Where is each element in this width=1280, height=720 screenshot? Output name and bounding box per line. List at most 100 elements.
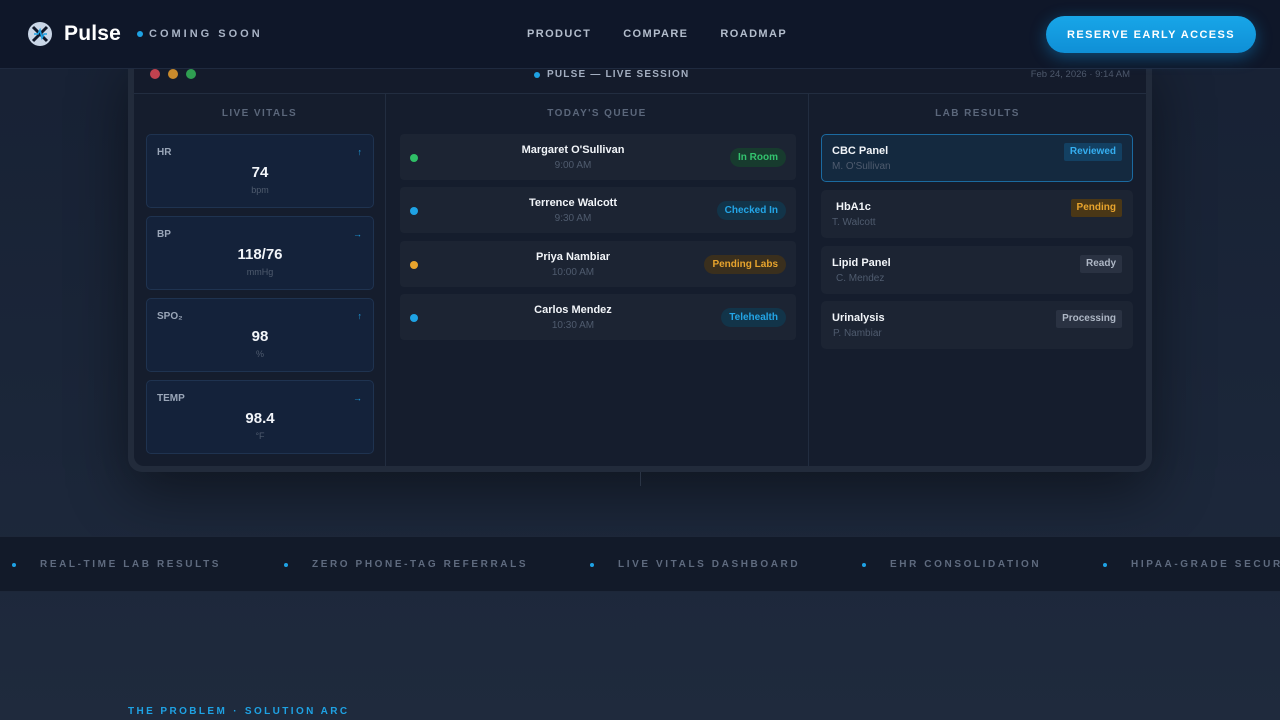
vital-value: 98 — [251, 328, 269, 345]
session-timestamp: Feb 24, 2026 · 9:14 AM — [1030, 69, 1130, 80]
ticker-label: LIVE VITALS DASHBOARD — [618, 559, 801, 570]
status-badge: Pending — [1070, 199, 1122, 217]
lab-test-name: Urinalysis — [832, 312, 885, 324]
section-eyebrow: THE PROBLEM · SOLUTION ARC — [128, 706, 349, 717]
status-badge: Processing — [1056, 310, 1122, 328]
top-nav: Pulse COMING SOON PRODUCT COMPARE ROADMA… — [0, 0, 1280, 69]
live-vitals-panel: LIVE VITALS HR ↑ 74 bpm BP → 118/76 mmHg… — [134, 94, 386, 466]
lab-result-item[interactable]: Lipid Panel C. Mendez Ready — [821, 246, 1133, 294]
feature-ticker: REAL-TIME LAB RESULTS ZERO PHONE-TAG REF… — [0, 536, 1280, 592]
nav-link-roadmap[interactable]: ROADMAP — [720, 28, 787, 40]
window-controls — [150, 69, 196, 79]
appointment-time: 10:00 AM — [551, 267, 595, 278]
ticker-label: EHR CONSOLIDATION — [890, 559, 1042, 570]
nav-link-compare[interactable]: COMPARE — [623, 28, 688, 40]
bullet-dot-icon — [12, 562, 16, 567]
lab-result-item[interactable]: CBC Panel M. O'Sullivan Reviewed — [821, 134, 1133, 182]
reserve-early-access-button[interactable]: RESERVE EARLY ACCESS — [1046, 16, 1256, 53]
eyebrow-solution: SOLUTION ARC — [244, 706, 350, 717]
lab-result-item[interactable]: Urinalysis P. Nambiar Processing — [821, 301, 1133, 349]
vital-name: HR — [157, 147, 172, 158]
eyebrow-problem: THE PROBLEM — [128, 706, 228, 717]
vital-unit: bpm — [251, 185, 269, 195]
lab-test-name: Lipid Panel — [832, 257, 891, 269]
lab-results-panel: LAB RESULTS CBC Panel M. O'Sullivan Revi… — [809, 94, 1146, 466]
app-preview-screen: PULSE — LIVE SESSION Feb 24, 2026 · 9:14… — [134, 52, 1146, 466]
vital-name: TEMP — [157, 393, 185, 404]
vital-value: 118/76 — [237, 246, 283, 263]
bullet-dot-icon — [590, 562, 594, 567]
bullet-dot-icon — [862, 562, 866, 567]
ticker-item: ZERO PHONE-TAG REFERRALS — [284, 559, 528, 570]
session-title: PULSE — LIVE SESSION — [534, 69, 689, 80]
bullet-dot-icon — [284, 562, 288, 567]
ticker-label: HIPAA-GRADE SECURITY — [1131, 559, 1280, 570]
patient-name: Priya Nambiar — [536, 251, 610, 263]
vital-card-temp: TEMP → 98.4 °F — [146, 380, 374, 454]
ticker-item: HIPAA-GRADE SECURITY — [1103, 559, 1280, 570]
todays-queue-panel: TODAY'S QUEUE Margaret O'Sullivan 9:00 A… — [386, 94, 809, 466]
ticker-label: ZERO PHONE-TAG REFERRALS — [312, 559, 529, 570]
status-badge: Ready — [1079, 255, 1122, 273]
maximize-window-icon — [186, 69, 196, 79]
trend-flat-icon: → — [353, 229, 362, 239]
status-badge: Checked In — [716, 201, 786, 220]
queue-row[interactable]: Terrence Walcott 9:30 AM Checked In — [400, 187, 796, 233]
lab-patient-name: T. Walcott — [832, 217, 876, 228]
lab-results-title: LAB RESULTS — [935, 108, 1020, 119]
vital-unit: °F — [255, 431, 265, 441]
vital-card-spo2: SPO₂ ↑ 98 % — [146, 298, 374, 372]
device-stand — [640, 472, 641, 486]
coming-soon-label: COMING SOON — [149, 28, 263, 40]
patient-name: Terrence Walcott — [528, 197, 618, 209]
vital-unit: mmHg — [246, 267, 274, 277]
appointment-time: 9:30 AM — [554, 213, 592, 224]
status-badge: In Room — [730, 148, 786, 167]
ticker-label: REAL-TIME LAB RESULTS — [40, 559, 222, 570]
live-dot-icon — [534, 71, 540, 78]
patient-name: Carlos Mendez — [534, 304, 612, 316]
vital-value: 98.4 — [245, 410, 275, 427]
session-title-label: PULSE — LIVE SESSION — [547, 69, 690, 80]
trend-up-icon: ↑ — [357, 311, 363, 321]
patient-name: Margaret O'Sullivan — [521, 144, 625, 156]
status-badge: Reviewed — [1063, 143, 1122, 161]
vital-unit: % — [255, 349, 264, 359]
lab-patient-name: C. Mendez — [836, 273, 885, 284]
vital-name: BP — [157, 229, 171, 240]
trend-flat-icon: → — [353, 393, 362, 403]
lab-test-name: HbA1c — [836, 201, 871, 213]
vital-value: 74 — [251, 164, 269, 181]
queue-row[interactable]: Carlos Mendez 10:30 AM Telehealth — [400, 294, 796, 340]
trend-up-icon: ↑ — [357, 147, 363, 157]
vital-card-bp: BP → 118/76 mmHg — [146, 216, 374, 290]
eyebrow-separator: · — [233, 706, 239, 717]
appointment-time: 10:30 AM — [551, 320, 595, 331]
bullet-dot-icon — [1103, 562, 1107, 567]
vital-name: SPO₂ — [157, 311, 183, 322]
status-badge: Telehealth — [721, 308, 786, 327]
queue-row[interactable]: Margaret O'Sullivan 9:00 AM In Room — [400, 134, 796, 180]
nav-links: PRODUCT COMPARE ROADMAP — [527, 28, 787, 40]
lab-result-item[interactable]: HbA1c T. Walcott Pending — [821, 190, 1133, 238]
status-dot-icon — [137, 31, 143, 37]
coming-soon-badge: COMING SOON — [137, 28, 263, 40]
appointment-time: 9:00 AM — [554, 160, 592, 171]
queue-row[interactable]: Priya Nambiar 10:00 AM Pending Labs — [400, 241, 796, 287]
ticker-item: EHR CONSOLIDATION — [862, 559, 1041, 570]
live-vitals-title: LIVE VITALS — [221, 108, 298, 119]
minimize-window-icon — [168, 69, 178, 79]
close-window-icon — [150, 69, 160, 79]
lab-test-name: CBC Panel — [832, 145, 889, 157]
nav-link-product[interactable]: PRODUCT — [527, 28, 591, 40]
ticker-item: LIVE VITALS DASHBOARD — [590, 559, 800, 570]
app-preview-device: PULSE — LIVE SESSION Feb 24, 2026 · 9:14… — [128, 52, 1152, 472]
lab-patient-name: M. O'Sullivan — [832, 161, 891, 172]
pulse-logo-icon[interactable] — [27, 21, 53, 47]
brand-name[interactable]: Pulse — [64, 22, 121, 46]
ticker-item: REAL-TIME LAB RESULTS — [12, 559, 221, 570]
status-badge: Pending Labs — [704, 255, 786, 274]
lab-patient-name: P. Nambiar — [833, 328, 882, 339]
vital-card-hr: HR ↑ 74 bpm — [146, 134, 374, 208]
todays-queue-title: TODAY'S QUEUE — [547, 108, 647, 119]
